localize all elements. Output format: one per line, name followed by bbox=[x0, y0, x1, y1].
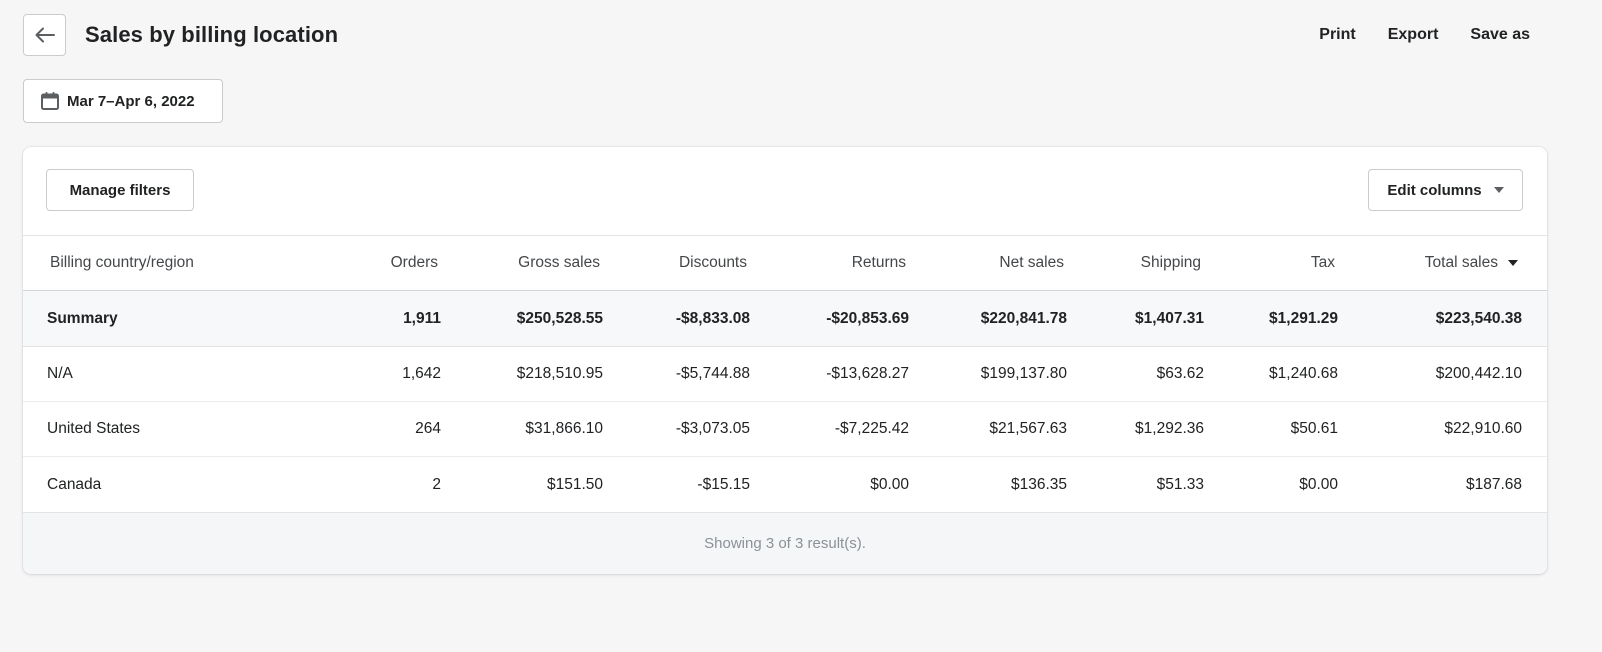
cell-country: Canada bbox=[47, 475, 102, 493]
export-button[interactable]: Export bbox=[1388, 26, 1439, 44]
cell-net-sales: $136.35 bbox=[1010, 475, 1067, 493]
cell-total-sales: $22,910.60 bbox=[1444, 420, 1522, 437]
manage-filters-label: Manage filters bbox=[69, 181, 171, 199]
print-button[interactable]: Print bbox=[1319, 26, 1355, 44]
manage-filters-button[interactable]: Manage filters bbox=[46, 169, 194, 211]
arrow-left-icon bbox=[35, 27, 55, 43]
date-range-label: Mar 7–Apr 6, 2022 bbox=[67, 92, 195, 110]
cell-shipping: $51.33 bbox=[1156, 475, 1204, 493]
back-button[interactable] bbox=[23, 14, 66, 56]
cell-returns: $0.00 bbox=[870, 475, 909, 493]
results-count: Showing 3 of 3 result(s). bbox=[704, 535, 866, 552]
cell-discounts: -$5,744.88 bbox=[675, 365, 750, 382]
summary-total-sales: $223,540.38 bbox=[1435, 309, 1522, 327]
cell-gross-sales: $31,866.10 bbox=[525, 420, 603, 437]
save-as-button[interactable]: Save as bbox=[1470, 26, 1530, 44]
table-row: United States 264 $31,866.10 -$3,073.05 … bbox=[23, 402, 1547, 457]
cell-tax: $50.61 bbox=[1290, 420, 1338, 437]
summary-orders: 1,911 bbox=[403, 309, 441, 327]
card-toolbar: Manage filters Edit columns bbox=[23, 147, 1547, 236]
top-bar: Sales by billing location Print Export S… bbox=[23, 14, 1602, 56]
column-header-returns[interactable]: Returns bbox=[852, 236, 906, 290]
cell-country: United States bbox=[47, 420, 141, 437]
caret-down-icon bbox=[1493, 187, 1504, 193]
cell-tax: $1,240.68 bbox=[1269, 365, 1338, 382]
cell-total-sales: $200,442.10 bbox=[1435, 365, 1522, 382]
cell-gross-sales: $218,510.95 bbox=[516, 365, 603, 382]
cell-shipping: $63.62 bbox=[1156, 365, 1204, 382]
cell-returns: -$13,628.27 bbox=[826, 365, 909, 382]
column-header-tax[interactable]: Tax bbox=[1311, 236, 1335, 290]
column-header-shipping[interactable]: Shipping bbox=[1141, 236, 1201, 290]
summary-gross-sales: $250,528.55 bbox=[516, 309, 603, 327]
cell-orders: 1,642 bbox=[402, 365, 441, 382]
report-card: Manage filters Edit columns Billing coun… bbox=[23, 147, 1547, 574]
cell-returns: -$7,225.42 bbox=[834, 420, 909, 437]
summary-returns: -$20,853.69 bbox=[826, 309, 909, 327]
cell-discounts: -$3,073.05 bbox=[675, 420, 750, 437]
summary-shipping: $1,407.31 bbox=[1135, 309, 1204, 327]
column-header-net-sales[interactable]: Net sales bbox=[999, 236, 1064, 290]
column-header-total-sales[interactable]: Total sales bbox=[1425, 236, 1518, 290]
cell-discounts: -$15.15 bbox=[697, 475, 750, 493]
summary-row: Summary 1,911 $250,528.55 -$8,833.08 -$2… bbox=[23, 291, 1547, 347]
sort-desc-icon bbox=[1508, 260, 1518, 266]
cell-total-sales: $187.68 bbox=[1465, 475, 1522, 493]
table-row: N/A 1,642 $218,510.95 -$5,744.88 -$13,62… bbox=[23, 347, 1547, 402]
cell-orders: 2 bbox=[432, 475, 441, 493]
cell-shipping: $1,292.36 bbox=[1135, 420, 1204, 437]
cell-orders: 264 bbox=[415, 420, 441, 437]
header-actions: Print Export Save as bbox=[1319, 14, 1530, 56]
cell-country: N/A bbox=[47, 365, 73, 382]
edit-columns-label: Edit columns bbox=[1387, 181, 1482, 199]
summary-country: Summary bbox=[47, 309, 118, 327]
column-header-total-sales-label: Total sales bbox=[1424, 254, 1498, 271]
column-header-gross-sales[interactable]: Gross sales bbox=[518, 236, 600, 290]
calendar-icon bbox=[41, 92, 59, 110]
summary-discounts: -$8,833.08 bbox=[675, 309, 750, 327]
results-footer: Showing 3 of 3 result(s). bbox=[23, 512, 1547, 574]
edit-columns-button[interactable]: Edit columns bbox=[1368, 169, 1523, 211]
column-header-orders[interactable]: Orders bbox=[391, 236, 438, 290]
column-header-discounts[interactable]: Discounts bbox=[679, 236, 747, 290]
table-row: Canada 2 $151.50 -$15.15 $0.00 $136.35 $… bbox=[23, 457, 1547, 512]
summary-net-sales: $220,841.78 bbox=[980, 309, 1067, 327]
date-range-button[interactable]: Mar 7–Apr 6, 2022 bbox=[23, 79, 223, 123]
cell-gross-sales: $151.50 bbox=[546, 475, 603, 493]
cell-tax: $0.00 bbox=[1299, 475, 1338, 493]
summary-tax: $1,291.29 bbox=[1269, 309, 1338, 327]
cell-net-sales: $21,567.63 bbox=[989, 420, 1067, 437]
column-header-country[interactable]: Billing country/region bbox=[50, 236, 194, 290]
table-header-row: Billing country/region Orders Gross sale… bbox=[23, 236, 1547, 291]
cell-net-sales: $199,137.80 bbox=[980, 365, 1067, 382]
page-title: Sales by billing location bbox=[85, 22, 339, 47]
